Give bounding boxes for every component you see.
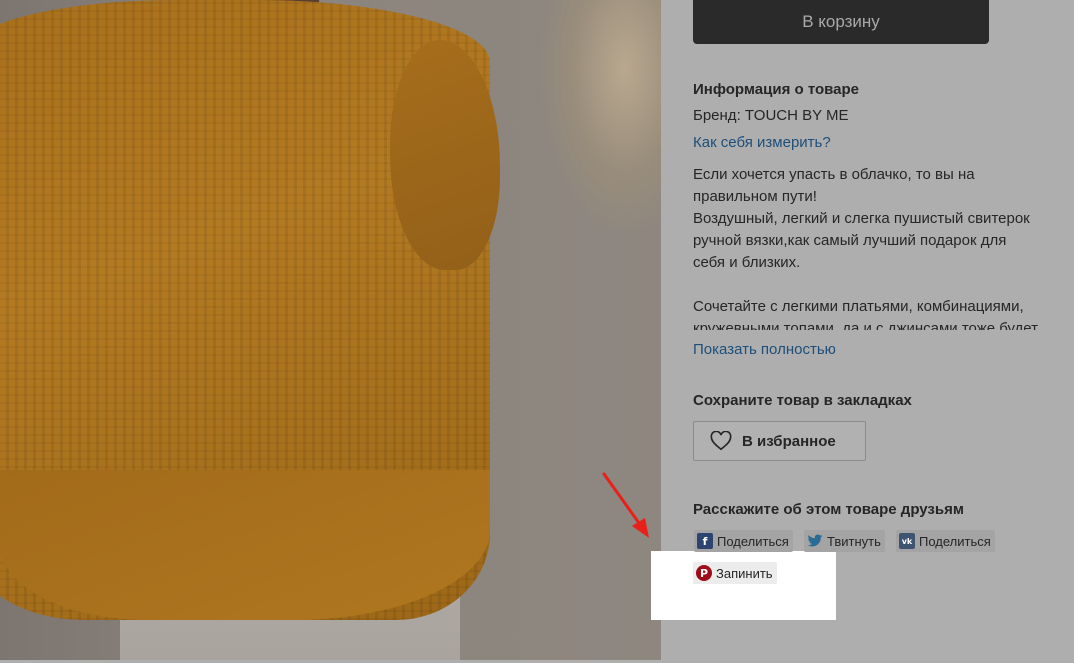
share-facebook-button[interactable]: f Поделиться bbox=[694, 530, 793, 552]
share-title: Расскажите об этом товаре друзьям bbox=[693, 501, 964, 518]
description-line: ручной вязки,как самый лучший подарок дл… bbox=[693, 232, 1007, 249]
description-line: Сочетайте с легкими платьями, комбинация… bbox=[693, 298, 1024, 315]
twitter-icon bbox=[807, 533, 823, 549]
share-vk-button[interactable]: vk Поделиться bbox=[896, 530, 995, 552]
share-pinterest-button[interactable]: P Запинить bbox=[693, 562, 777, 584]
description-line: Если хочется упасть в облачко, то вы на bbox=[693, 166, 975, 183]
pinterest-icon: P bbox=[696, 565, 712, 581]
pampas-decor bbox=[541, 0, 661, 230]
product-photo[interactable] bbox=[0, 0, 661, 660]
bookmarks-title: Сохраните товар в закладках bbox=[693, 392, 912, 409]
share-vk-label: Поделиться bbox=[919, 533, 991, 549]
show-more-link[interactable]: Показать полностью bbox=[693, 341, 836, 358]
heart-icon bbox=[710, 431, 732, 451]
description-line: Воздушный, легкий и слегка пушистый свит… bbox=[693, 210, 1030, 227]
favorites-label: В избранное bbox=[742, 432, 836, 450]
add-to-cart-button[interactable]: В корзину bbox=[693, 0, 989, 44]
share-pinterest-label: Запинить bbox=[716, 565, 773, 581]
product-info-title: Информация о товаре bbox=[693, 81, 860, 98]
share-twitter-label: Твитнуть bbox=[827, 533, 881, 549]
size-guide-link[interactable]: Как себя измерить? bbox=[693, 134, 831, 151]
share-twitter-button[interactable]: Твитнуть bbox=[804, 530, 885, 552]
description-line: себя и близких. bbox=[693, 254, 801, 271]
facebook-icon: f bbox=[697, 533, 713, 549]
sweater-hem bbox=[0, 470, 490, 620]
annotation-arrow-icon bbox=[602, 472, 649, 538]
description-line: кружевными топами, да и с джинсами тоже … bbox=[693, 320, 1038, 330]
vk-icon: vk bbox=[899, 533, 915, 549]
add-to-favorites-button[interactable]: В избранное bbox=[693, 421, 866, 461]
brand-label: Бренд: TOUCH BY ME bbox=[693, 107, 849, 124]
product-description: Если хочется упасть в облачко, то вы на … bbox=[693, 164, 1063, 330]
description-line: правильном пути! bbox=[693, 188, 817, 205]
share-facebook-label: Поделиться bbox=[717, 533, 789, 549]
